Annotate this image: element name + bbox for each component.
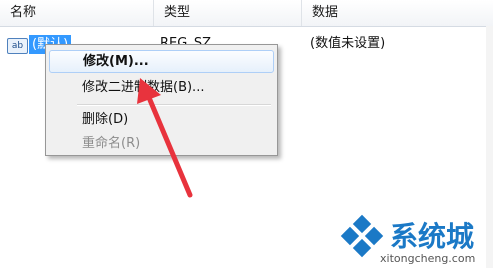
column-header-data[interactable]: 数据 bbox=[301, 0, 493, 26]
vertical-scrollbar[interactable] bbox=[486, 26, 493, 268]
column-header-name[interactable]: 名称 bbox=[0, 0, 153, 26]
menu-item-modify[interactable]: 修改(M)... bbox=[49, 50, 274, 73]
windows-logo-icon bbox=[340, 214, 384, 258]
menu-item-modify-binary[interactable]: 修改二进制数据(B)... bbox=[49, 76, 274, 99]
menu-separator bbox=[77, 104, 271, 106]
watermark-url: xitongcheng.com bbox=[380, 252, 476, 265]
watermark-brand: 系统城 bbox=[390, 220, 475, 253]
column-header-bar: 名称 类型 数据 bbox=[0, 0, 493, 27]
menu-item-delete[interactable]: 删除(D) bbox=[49, 108, 274, 131]
menu-item-rename: 重命名(R) bbox=[82, 136, 141, 151]
value-data: (数值未设置) bbox=[310, 36, 386, 51]
context-menu: 修改(M)... 修改二进制数据(B)... 删除(D) 重命名(R) bbox=[45, 44, 278, 156]
column-header-type[interactable]: 类型 bbox=[153, 0, 301, 26]
